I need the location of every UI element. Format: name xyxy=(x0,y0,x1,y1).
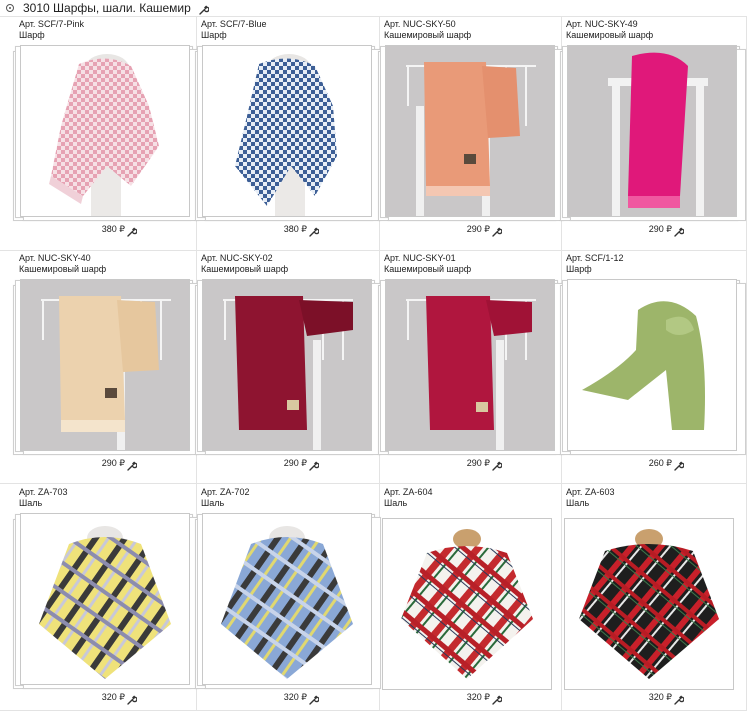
product-photo[interactable] xyxy=(567,279,737,451)
product-category: Кашемировый шарф xyxy=(566,30,654,40)
product-article: Арт. SCF/7-Pink xyxy=(19,19,84,29)
product-article: Арт. ZA-702 xyxy=(201,487,250,497)
product-price: 320 ₽ xyxy=(101,692,125,702)
product-price: 320 ₽ xyxy=(648,692,672,702)
product-photo[interactable] xyxy=(20,45,190,217)
wrench-icon[interactable] xyxy=(492,692,503,710)
product-card[interactable]: Арт. ZA-702 Шаль 320 ₽ xyxy=(195,487,381,722)
wrench-icon[interactable] xyxy=(309,224,320,242)
wrench-icon[interactable] xyxy=(674,458,685,476)
wrench-icon[interactable] xyxy=(492,458,503,476)
product-photo[interactable] xyxy=(202,45,372,217)
product-category: Шаль xyxy=(19,498,43,508)
product-price: 290 ₽ xyxy=(101,458,125,468)
category-title: 3010 Шарфы, шали. Кашемир xyxy=(23,1,191,15)
product-category: Шаль xyxy=(384,498,408,508)
product-article: Арт. NUC-SKY-49 xyxy=(566,19,638,29)
product-price: 290 ₽ xyxy=(466,458,490,468)
product-article: Арт. ZA-703 xyxy=(19,487,68,497)
product-card[interactable]: Арт. NUC-SKY-50 Кашемировый шарф 290 ₽ xyxy=(378,19,564,254)
wrench-icon[interactable] xyxy=(127,692,138,710)
grid-line xyxy=(0,16,747,17)
collapse-circle-icon[interactable] xyxy=(6,4,14,12)
product-article: Арт. NUC-SKY-02 xyxy=(201,253,273,263)
product-price: 380 ₽ xyxy=(283,224,307,234)
product-card[interactable]: Арт. ZA-604 Шаль 320 ₽ xyxy=(382,487,564,722)
wrench-icon[interactable] xyxy=(199,2,210,20)
product-category: Кашемировый шарф xyxy=(19,264,107,274)
product-price: 320 ₽ xyxy=(283,692,307,702)
product-photo[interactable] xyxy=(564,518,734,690)
product-price: 380 ₽ xyxy=(101,224,125,234)
product-photo[interactable] xyxy=(382,518,552,690)
product-card[interactable]: Арт. SCF/7-Pink Шарф 380 ₽ xyxy=(13,19,199,254)
product-photo[interactable] xyxy=(20,279,190,451)
wrench-icon[interactable] xyxy=(309,458,320,476)
wrench-icon[interactable] xyxy=(127,224,138,242)
product-photo[interactable] xyxy=(20,513,190,685)
product-price: 290 ₽ xyxy=(648,224,672,234)
product-article: Арт. SCF/7-Blue xyxy=(201,19,267,29)
product-photo[interactable] xyxy=(202,513,372,685)
product-photo[interactable] xyxy=(385,279,555,451)
wrench-icon[interactable] xyxy=(309,692,320,710)
product-card[interactable]: Арт. SCF/1-12 Шарф 260 ₽ xyxy=(560,253,746,488)
product-article: Арт. NUC-SKY-01 xyxy=(384,253,456,263)
product-price: 290 ₽ xyxy=(466,224,490,234)
product-card[interactable]: Арт. SCF/7-Blue Шарф 380 ₽ xyxy=(195,19,381,254)
product-category: Кашемировый шарф xyxy=(384,30,472,40)
product-category: Шаль xyxy=(201,498,225,508)
product-photo[interactable] xyxy=(385,45,555,217)
wrench-icon[interactable] xyxy=(492,224,503,242)
product-article: Арт. ZA-604 xyxy=(384,487,433,497)
wrench-icon[interactable] xyxy=(127,458,138,476)
product-card[interactable]: Арт. ZA-603 Шаль 320 ₽ xyxy=(564,487,746,722)
product-category: Кашемировый шарф xyxy=(201,264,289,274)
product-photo[interactable] xyxy=(202,279,372,451)
product-category: Шарф xyxy=(19,30,45,40)
product-article: Арт. NUC-SKY-50 xyxy=(384,19,456,29)
product-photo[interactable] xyxy=(567,45,737,217)
product-article: Арт. NUC-SKY-40 xyxy=(19,253,91,263)
product-article: Арт. ZA-603 xyxy=(566,487,615,497)
product-card[interactable]: Арт. NUC-SKY-02 Кашемировый шарф 290 ₽ xyxy=(195,253,381,488)
product-article: Арт. SCF/1-12 xyxy=(566,253,624,263)
wrench-icon[interactable] xyxy=(674,692,685,710)
product-price: 320 ₽ xyxy=(466,692,490,702)
product-price: 260 ₽ xyxy=(648,458,672,468)
product-card[interactable]: Арт. NUC-SKY-01 Кашемировый шарф 290 ₽ xyxy=(378,253,564,488)
product-category: Шарф xyxy=(566,264,592,274)
product-price: 290 ₽ xyxy=(283,458,307,468)
product-card[interactable]: Арт. ZA-703 Шаль 320 ₽ xyxy=(13,487,199,722)
wrench-icon[interactable] xyxy=(674,224,685,242)
product-category: Шаль xyxy=(566,498,590,508)
product-category: Шарф xyxy=(201,30,227,40)
product-card[interactable]: Арт. NUC-SKY-49 Кашемировый шарф 290 ₽ xyxy=(560,19,746,254)
product-card[interactable]: Арт. NUC-SKY-40 Кашемировый шарф 290 ₽ xyxy=(13,253,199,488)
product-category: Кашемировый шарф xyxy=(384,264,472,274)
